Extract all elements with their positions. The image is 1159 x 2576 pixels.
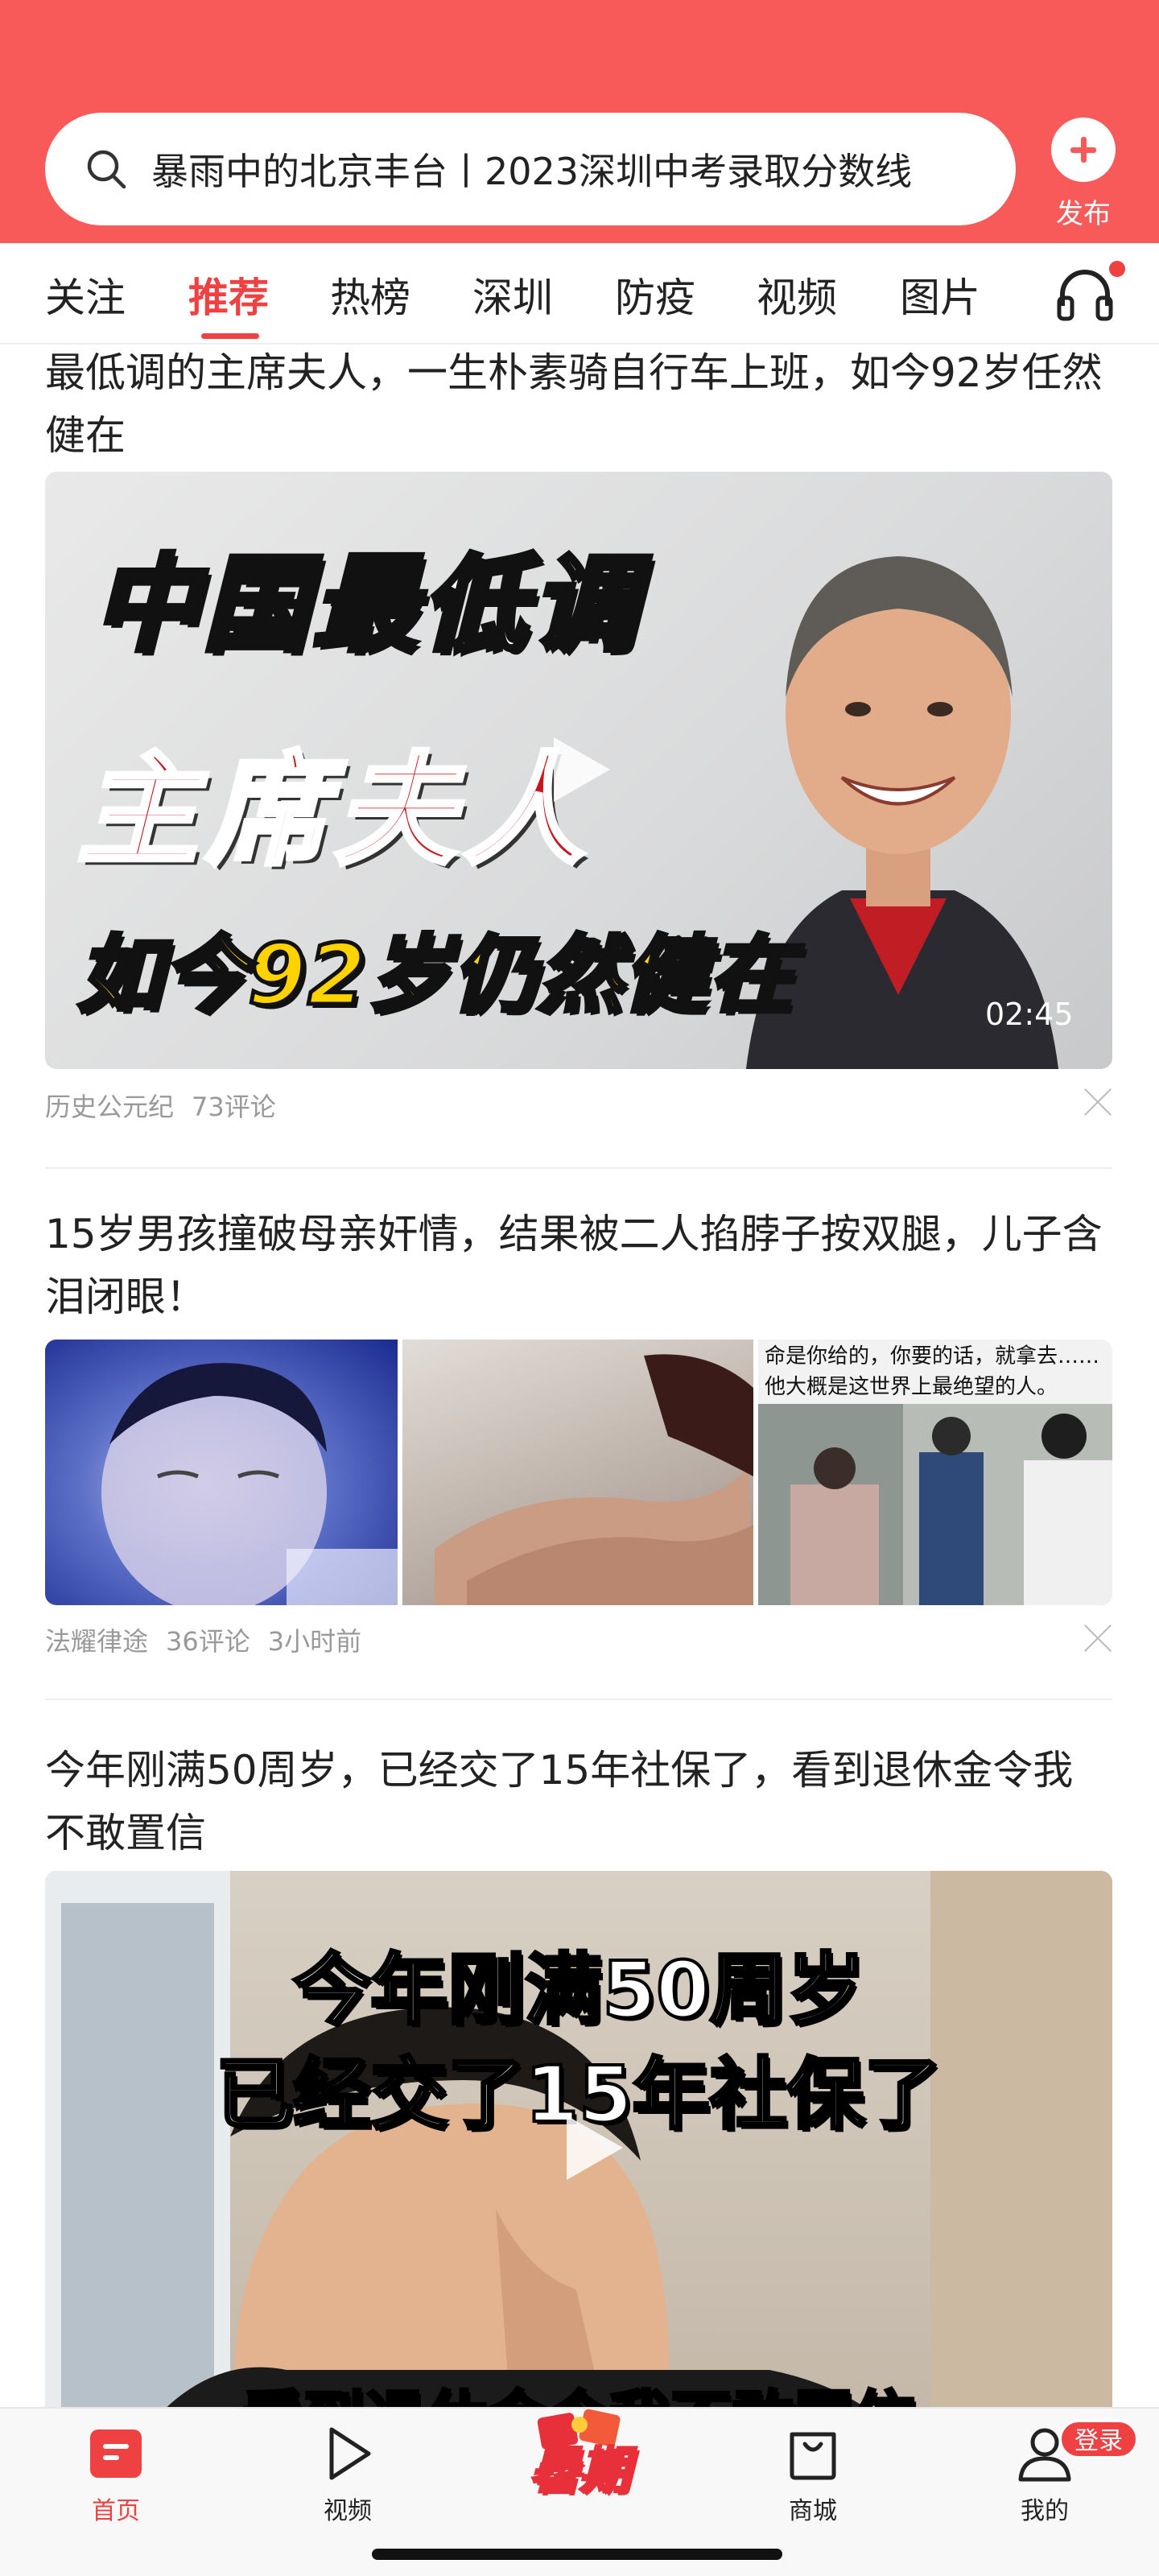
video-thumbnail[interactable]: 今年刚满50周岁 已经交了15年社保了 看到退休金令我不敢置信 [45,1871,1112,2407]
news-feed: 最低调的主席夫人，一生朴素骑自行车上班，如今92岁任然健在 中国最低调 主席夫人… [0,346,1159,2407]
tab-shenzhen[interactable]: 深圳 [472,266,553,324]
tab-recommend[interactable]: 推荐 [188,266,269,324]
boy-face-image [101,1363,398,1605]
summer-campaign-icon[interactable]: 暑期 [507,2401,652,2521]
video-duration: 02:45 [985,997,1074,1032]
feed-item[interactable]: 今年刚满50周岁，已经交了15年社保了，看到退休金令我不敢置信 今年刚满50周岁… [45,1739,1112,2407]
channel-tabs: 关注 推荐 热榜 深圳 防疫 视频 图片 [0,243,1159,345]
feed-divider [45,1699,1112,1700]
video-thumbnail[interactable]: 中国最低调 主席夫人 如今92岁仍然健在 02:45 [45,472,1112,1069]
feed-item[interactable]: 15岁男孩撞破母亲奸情，结果被二人掐脖子按双腿，儿子含泪闭眼！ 命是你给的，你要… [45,1203,1112,1686]
thumbnail-image[interactable] [402,1340,753,1605]
nav-label: 我的 [1021,2497,1069,2525]
thumbnail-caption: 今年刚满50周岁 [291,1943,866,2037]
article-meta: 法耀律途 36评论 3小时前 [45,1621,379,1658]
search-icon [87,150,126,189]
play-icon [329,2427,371,2480]
home-icon [90,2429,142,2478]
top-header: 暴雨中的北京丰台丨2023深圳中考录取分数线 发布 [0,0,1159,243]
nav-label: 视频 [324,2497,372,2525]
nav-label: 商城 [789,2497,837,2525]
comment-count: 36评论 [166,1626,250,1657]
notification-dot [1109,261,1125,277]
thumbnail-caption: 如今92岁仍然健在 [76,924,795,1026]
article-source[interactable]: 历史公元纪 [45,1092,174,1122]
publish-button[interactable]: 发布 [1050,118,1117,231]
login-badge[interactable]: 登录 [1059,2420,1138,2458]
police-scene-image [758,1404,1112,1605]
nav-mall[interactable]: 商城 [749,2425,877,2526]
nav-home[interactable]: 首页 [52,2425,180,2526]
play-icon[interactable] [544,731,617,808]
article-title[interactable]: 今年刚满50周岁，已经交了15年社保了，看到退休金令我不敢置信 [45,1739,1112,1864]
thumbnail-caption: 主席夫人 [75,739,593,884]
thumbnail-image[interactable] [45,1340,398,1605]
shopping-bag-icon [790,2432,836,2480]
tab-epidemic[interactable]: 防疫 [615,266,695,324]
feed-divider [45,1167,1112,1169]
article-source[interactable]: 法耀律途 [45,1626,148,1657]
tab-hot-list[interactable]: 热榜 [330,266,410,324]
close-icon[interactable] [1083,1087,1112,1116]
tab-video[interactable]: 视频 [757,266,837,324]
article-meta: 历史公元纪 73评论 [45,1087,294,1124]
tab-images[interactable]: 图片 [900,266,980,324]
thumbnail-caption: 中国最低调 [91,541,641,668]
bed-scene-image [435,1354,753,1605]
nav-video[interactable]: 视频 [283,2425,412,2526]
publish-label: 发布 [1056,198,1111,230]
summer-campaign-label: 暑期 [528,2440,630,2501]
comment-count: 73评论 [192,1092,276,1122]
tab-follow[interactable]: 关注 [45,266,126,324]
feed-item[interactable]: 最低调的主席夫人，一生朴素骑自行车上班，如今92岁任然健在 中国最低调 主席夫人… [45,346,1112,1146]
home-indicator[interactable] [372,2549,782,2560]
nav-label: 首页 [92,2497,140,2525]
search-placeholder: 暴雨中的北京丰台丨2023深圳中考录取分数线 [151,150,913,193]
active-tab-indicator [201,333,259,339]
article-title[interactable]: 15岁男孩撞破母亲奸情，结果被二人掐脖子按双腿，儿子含泪闭眼！ [45,1203,1112,1328]
image-caption: 命是你给的，你要的话，就拿去…… [765,1344,1100,1368]
headphone-icon[interactable] [1054,266,1116,322]
image-caption: 他大概是这世界上最绝望的人。 [765,1375,1058,1399]
play-icon[interactable] [557,2109,629,2186]
thumbnail-image[interactable]: 命是你给的，你要的话，就拿去…… 他大概是这世界上最绝望的人。 [758,1340,1112,1605]
plus-circle-icon [1051,118,1116,182]
search-bar[interactable]: 暴雨中的北京丰台丨2023深圳中考录取分数线 [45,113,1016,225]
article-title[interactable]: 最低调的主席夫人，一生朴素骑自行车上班，如今92岁任然健在 [45,346,1112,467]
close-icon[interactable] [1083,1623,1112,1652]
publish-time: 3小时前 [267,1626,362,1657]
image-row[interactable]: 命是你给的，你要的话，就拿去…… 他大概是这世界上最绝望的人。 [45,1340,1112,1605]
